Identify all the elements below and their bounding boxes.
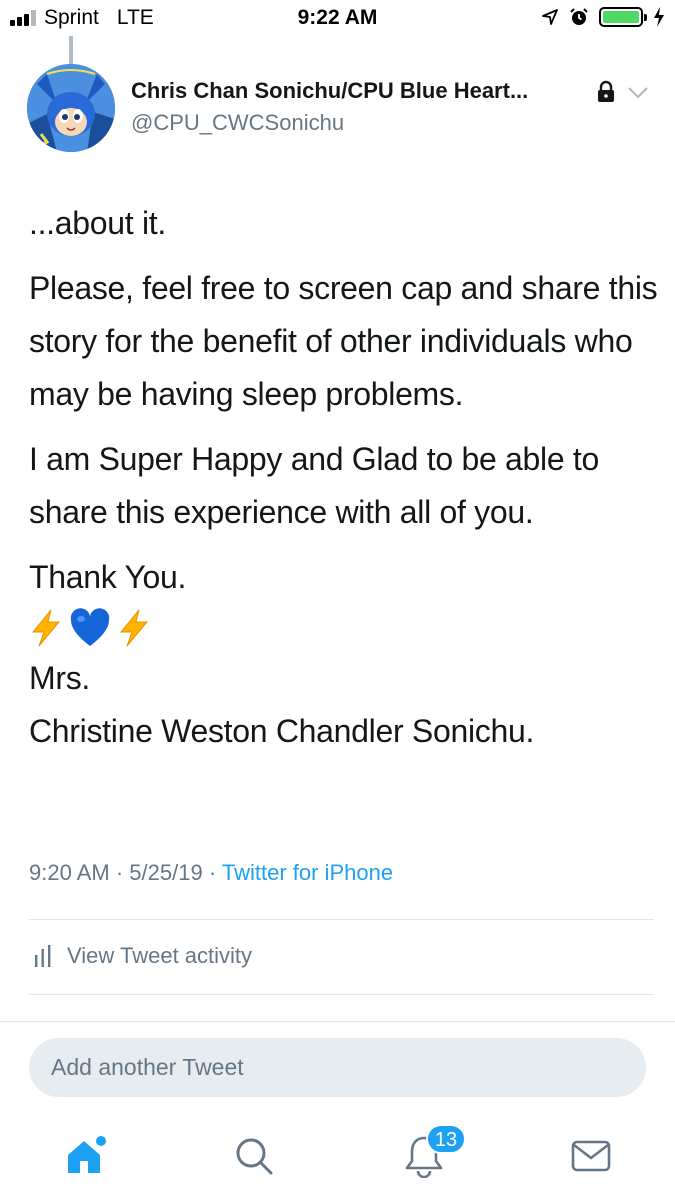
tweet-date: 5/25/19 <box>129 860 203 885</box>
view-tweet-activity-label: View Tweet activity <box>67 943 253 968</box>
alarm-clock-icon <box>570 8 588 25</box>
tweet-time: 9:20 AM <box>29 860 110 885</box>
tweet-line-signature: Christine Weston Chandler Sonichu. <box>29 713 535 749</box>
emoji-row <box>29 604 659 652</box>
high-voltage-emoji <box>31 609 61 647</box>
battery-icon <box>599 7 647 27</box>
avatar[interactable] <box>27 64 115 152</box>
tweet-paragraph: ...about it. <box>29 205 166 241</box>
avatar-icon <box>27 64 115 152</box>
tweet-meta: 9:20 AM · 5/25/19 · Twitter for iPhone <box>29 860 393 886</box>
search-icon <box>236 1138 273 1175</box>
chevron-down-icon[interactable] <box>627 86 649 100</box>
notifications-badge: 13 <box>426 1124 466 1154</box>
tab-search[interactable] <box>226 1128 282 1184</box>
reply-composer[interactable] <box>29 1038 646 1097</box>
status-bar-right <box>541 7 665 27</box>
messages-icon <box>571 1140 611 1172</box>
view-tweet-activity-button[interactable]: View Tweet activity <box>33 943 252 969</box>
tab-bar <box>0 1110 675 1200</box>
tweet-text: ...about it. Please, feel free to screen… <box>29 197 659 758</box>
lock-icon <box>598 80 614 102</box>
battery-fill <box>603 11 639 23</box>
meta-separator: · <box>115 860 124 885</box>
meta-separator: · <box>208 860 217 885</box>
section-separator <box>0 1021 675 1022</box>
blue-heart-emoji <box>70 608 110 646</box>
divider <box>29 919 654 920</box>
author-handle[interactable]: @CPU_CWCSonichu <box>131 110 344 136</box>
tweet-source-link[interactable]: Twitter for iPhone <box>222 860 393 885</box>
high-voltage-emoji <box>119 609 149 647</box>
tweet-line-title: Mrs. <box>29 660 91 696</box>
author-name[interactable]: Chris Chan Sonichu/CPU Blue Heart... <box>131 78 528 104</box>
location-arrow-icon <box>542 9 558 25</box>
tweet-paragraph: I am Super Happy and Glad to be able to … <box>29 441 600 530</box>
tweet-paragraph: Please, feel free to screen cap and shar… <box>29 270 658 412</box>
status-bar: Sprint LTE 9:22 AM <box>0 0 675 36</box>
home-icon <box>68 1136 106 1173</box>
charging-bolt-icon <box>654 7 664 27</box>
bar-chart-icon <box>35 945 51 967</box>
thread-connector-line <box>69 36 73 64</box>
tab-messages[interactable] <box>563 1128 619 1184</box>
tab-home[interactable] <box>58 1128 114 1184</box>
add-another-tweet-input[interactable] <box>29 1038 646 1097</box>
tweet-line-thank-you: Thank You. <box>29 559 187 595</box>
divider <box>29 994 654 995</box>
